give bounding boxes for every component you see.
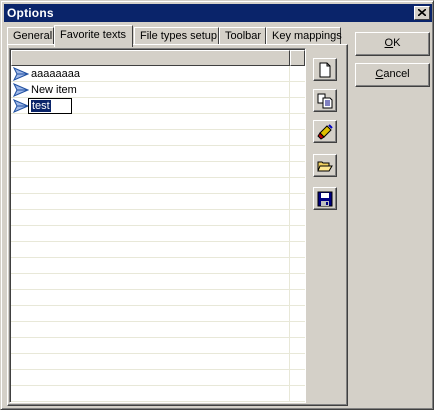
save-disk-icon xyxy=(317,191,333,207)
ok-button[interactable]: OK xyxy=(355,32,430,56)
tab-label: General xyxy=(13,30,53,42)
tab-general[interactable]: General xyxy=(7,27,54,45)
tab-file-types-setup[interactable]: File types setup xyxy=(134,27,219,45)
delete-item-icon xyxy=(317,124,333,140)
cancel-button[interactable]: Cancel xyxy=(355,63,430,87)
tab-strip: General Favorite texts File types setup … xyxy=(7,25,347,47)
list-rows: aaaaaaaa New item test xyxy=(11,66,305,402)
rename-input[interactable]: test xyxy=(28,98,72,114)
title-bar[interactable]: Options xyxy=(4,4,432,22)
cancel-label: ancel xyxy=(383,68,410,80)
tab-toolbar[interactable]: Toolbar xyxy=(219,27,266,45)
options-dialog: Options General Favorite texts File type… xyxy=(0,0,434,410)
open-button[interactable] xyxy=(313,154,337,177)
column-header-extra[interactable] xyxy=(290,50,305,66)
list-header xyxy=(11,50,305,66)
rename-input-text: test xyxy=(31,100,51,112)
list-item-label: New item xyxy=(31,84,77,96)
list-item-label: aaaaaaaa xyxy=(31,68,80,80)
save-button[interactable] xyxy=(313,187,337,210)
close-button[interactable] xyxy=(414,6,430,20)
new-item-button[interactable] xyxy=(313,58,337,81)
paper-plane-icon xyxy=(13,83,29,97)
ok-accel: O xyxy=(384,37,394,49)
close-icon xyxy=(418,9,426,16)
copy-item-icon xyxy=(317,93,333,109)
list-item[interactable]: New item xyxy=(11,82,290,98)
tab-favorite-texts[interactable]: Favorite texts xyxy=(54,25,133,47)
window-title: Options xyxy=(7,6,54,20)
list-item-editing[interactable]: test xyxy=(11,98,290,114)
new-item-icon xyxy=(319,62,331,78)
delete-item-button[interactable] xyxy=(313,120,337,143)
tab-key-mappings[interactable]: Key mappings xyxy=(266,27,342,45)
column-divider xyxy=(289,66,290,402)
paper-plane-icon xyxy=(13,99,29,113)
favorite-texts-list[interactable]: aaaaaaaa New item test xyxy=(9,48,306,403)
column-header-text[interactable] xyxy=(11,50,290,66)
copy-item-button[interactable] xyxy=(313,89,337,112)
tab-label: Toolbar xyxy=(225,30,262,42)
paper-plane-icon xyxy=(13,67,29,81)
tab-label: Favorite texts xyxy=(60,29,127,41)
list-item[interactable]: aaaaaaaa xyxy=(11,66,290,82)
open-folder-icon xyxy=(317,161,333,172)
ok-label: K xyxy=(393,37,401,49)
tab-label: Key mappings xyxy=(272,30,342,42)
tab-label: File types setup xyxy=(140,30,218,42)
